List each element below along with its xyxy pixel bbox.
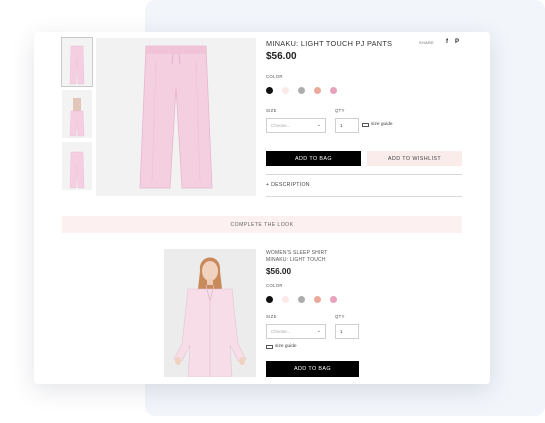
facebook-icon[interactable]: f [446,39,448,45]
swatch-black[interactable] [266,296,273,303]
divider [266,196,462,197]
add-to-bag-button[interactable]: ADD TO BAG [266,151,361,166]
swatch-pink[interactable] [330,296,337,303]
item-quantity-value: 1 [340,329,343,334]
thumbnail-1[interactable] [61,37,93,87]
pants-thumbnail-image [69,45,85,85]
qty-label: QTY [335,108,345,113]
quantity-input[interactable]: 1 [335,118,359,133]
pants-image [139,45,213,189]
swatch-black[interactable] [266,87,273,94]
share-label: SHARE [419,41,435,45]
model-image [164,249,256,377]
swatch-pink[interactable] [330,87,337,94]
swatch-grey[interactable] [298,296,305,303]
swatch-blush[interactable] [282,87,289,94]
thumbnail-3[interactable] [62,142,92,190]
swatch-blush[interactable] [282,296,289,303]
divider [266,174,462,175]
complete-the-look-heading: COMPLETE THE LOOK [62,216,462,233]
size-guide-link[interactable]: size guide [362,122,393,127]
swatch-grey[interactable] [298,87,305,94]
item-add-to-bag-button[interactable]: ADD TO BAG [266,361,359,377]
item-size-guide-link[interactable]: size guide [266,344,297,349]
size-label: SIZE [266,108,277,113]
size-guide-label: size guide [371,122,393,127]
item-qty-label: QTY [335,314,345,319]
product-card: MINAKU: LIGHT TOUCH PJ PANTS SHARE f P $… [34,32,490,384]
pinterest-icon[interactable]: P [455,39,459,45]
item-size-select[interactable]: Choose... ⌄ [266,324,326,339]
item-name-line-2[interactable]: MINAKU: LIGHT TOUCH [266,257,326,263]
thumbnail-2[interactable] [62,90,92,138]
chevron-down-icon: ⌄ [316,328,321,334]
item-size-select-value: Choose... [271,329,291,334]
swatch-peach[interactable] [314,87,321,94]
pants-thumbnail-image [69,98,85,137]
product-price: $56.00 [266,51,297,62]
item-name-line-1[interactable]: WOMEN'S SLEEP SHIRT [266,250,328,256]
pants-thumbnail-image [69,151,85,189]
ruler-icon [266,344,273,349]
item-size-guide-label: size guide [275,344,297,349]
color-label: COLOR [266,74,283,79]
item-price: $56.00 [266,267,292,276]
add-to-wishlist-button[interactable]: ADD TO WISHLIST [367,151,462,166]
item-quantity-input[interactable]: 1 [335,324,359,339]
size-select-value: Choose... [271,123,291,128]
item-size-label: SIZE [266,314,277,319]
chevron-down-icon: ⌄ [316,122,321,128]
main-product-image[interactable] [96,38,256,196]
description-toggle[interactable]: + DESCRIPTION [266,182,310,188]
sleep-shirt-image[interactable] [164,249,256,377]
product-title: MINAKU: LIGHT TOUCH PJ PANTS [266,39,393,48]
ruler-icon [362,122,369,127]
swatch-peach[interactable] [314,296,321,303]
quantity-value: 1 [340,123,343,128]
size-select[interactable]: Choose... ⌄ [266,118,326,133]
item-color-label: COLOR [266,283,283,288]
